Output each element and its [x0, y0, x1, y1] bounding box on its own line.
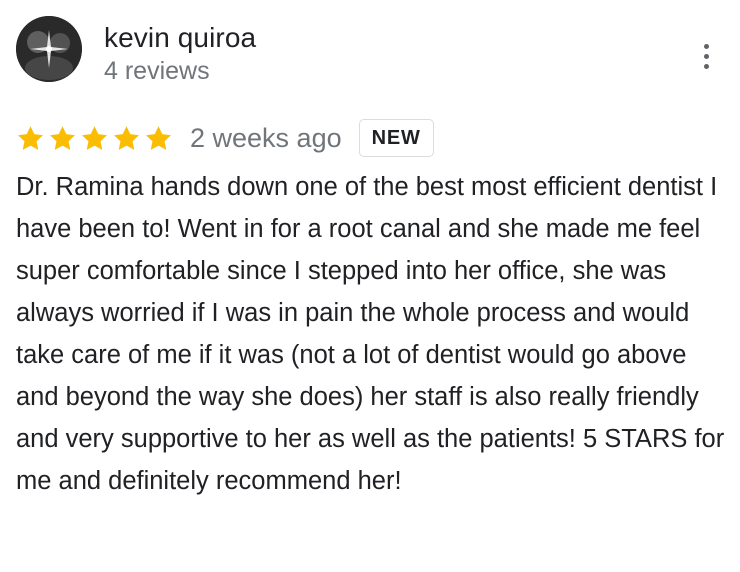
- more-vert-icon-dot: [703, 63, 709, 69]
- rating-row: 2 weeks ago NEW: [16, 116, 434, 160]
- new-badge: NEW: [358, 119, 434, 157]
- review-text: Dr. Ramina hands down one of the best mo…: [16, 173, 725, 495]
- star-filled-icon: [50, 125, 75, 150]
- more-options-button[interactable]: [694, 36, 718, 76]
- star-filled-icon: [18, 125, 43, 150]
- star-rating: [16, 124, 173, 153]
- reviewer-avatar[interactable]: [16, 16, 82, 82]
- star-filled-icon: [146, 125, 171, 150]
- review-date: 2 weeks ago: [190, 123, 342, 153]
- more-vert-icon: [703, 43, 709, 49]
- more-vert-icon-dot: [703, 53, 709, 59]
- review-card: kevin quiroa 4 reviews 2 weeks ago NEW D…: [0, 0, 740, 572]
- profile-photo-icon: [16, 16, 82, 82]
- reviewer-name[interactable]: kevin quiroa: [104, 20, 256, 56]
- star-filled-icon: [114, 125, 139, 150]
- star-filled-icon: [82, 125, 107, 150]
- reviewer-review-count[interactable]: 4 reviews: [104, 54, 210, 88]
